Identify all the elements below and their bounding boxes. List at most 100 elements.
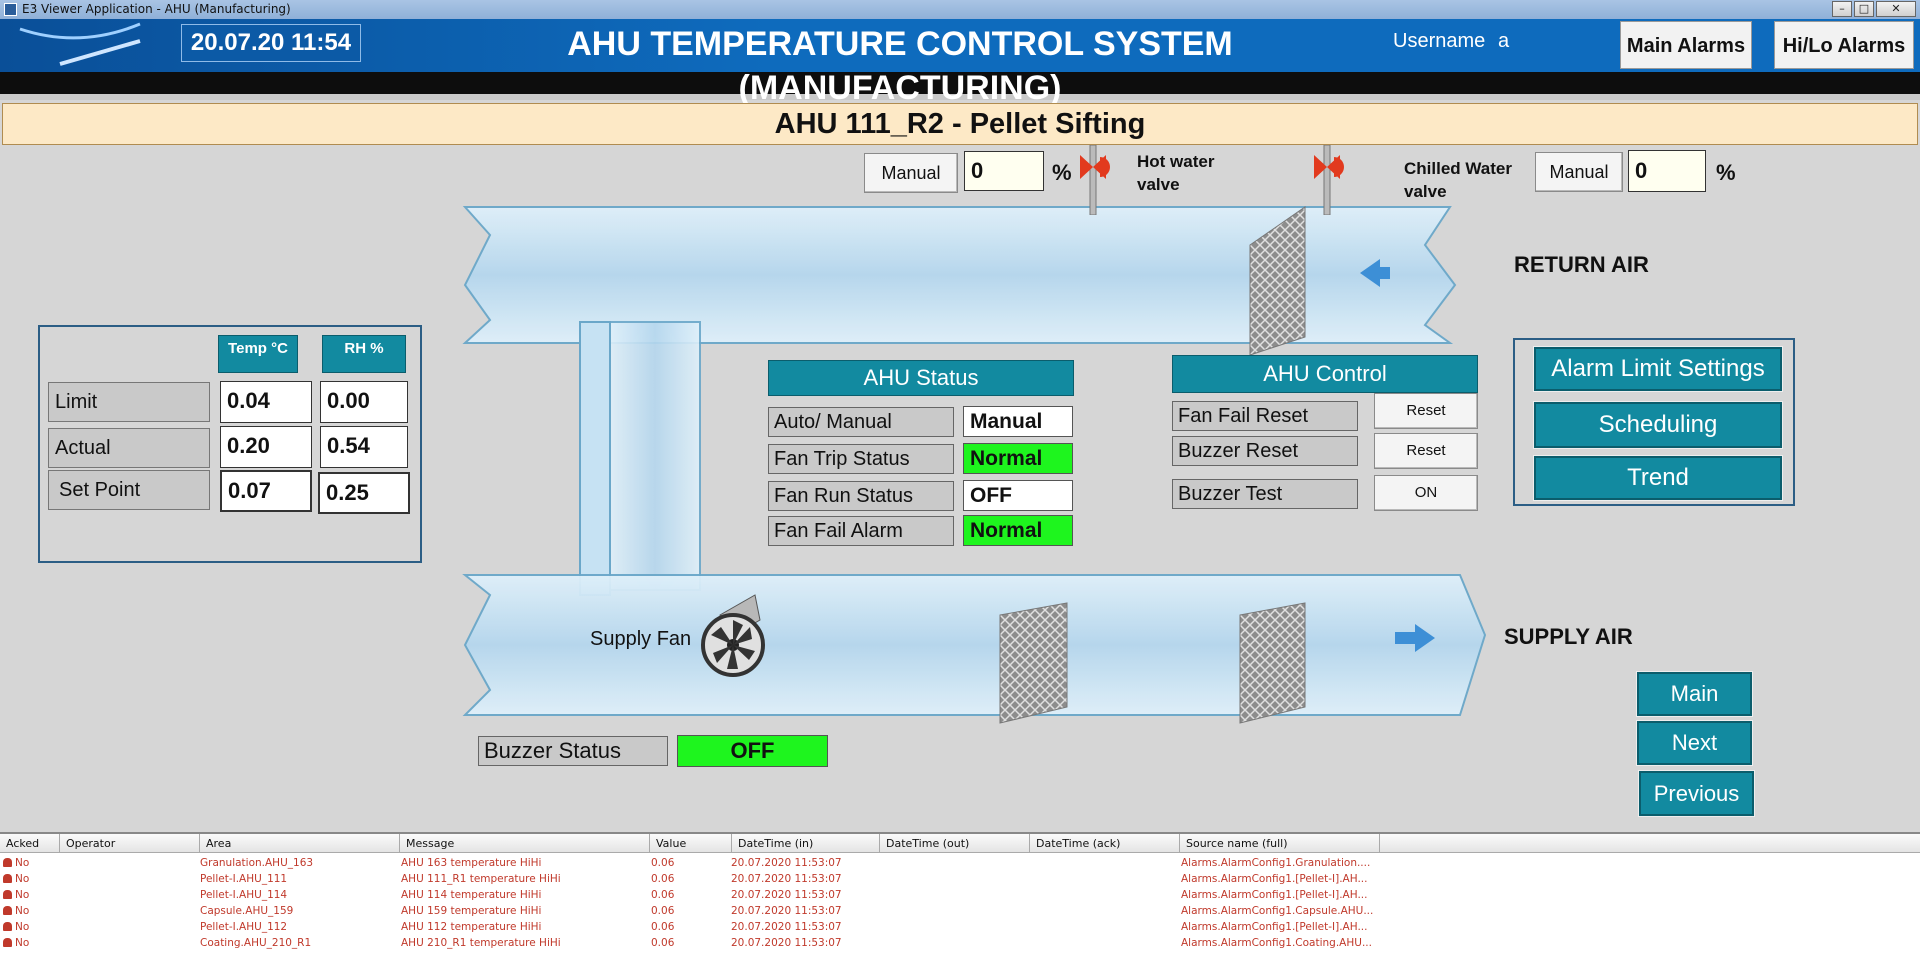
- col-datetime-ack[interactable]: DateTime (ack): [1030, 834, 1180, 853]
- main-alarms-button[interactable]: Main Alarms: [1620, 21, 1752, 69]
- alarm-datetime-in: 20.07.2020 11:53:07: [731, 905, 842, 917]
- scheduling-button[interactable]: Scheduling: [1533, 401, 1783, 449]
- alarm-bell-icon: [3, 874, 12, 883]
- alarm-acked: No: [15, 889, 30, 901]
- datetime-display: 20.07.20 11:54: [181, 24, 361, 62]
- alarm-value: 0.06: [651, 873, 675, 885]
- fan-fail-alarm-value: Normal: [963, 515, 1073, 546]
- next-nav-button[interactable]: Next: [1636, 720, 1753, 766]
- setpoint-rh-field[interactable]: 0.25: [318, 472, 410, 514]
- close-button[interactable]: ✕: [1876, 1, 1916, 17]
- alarm-acked: No: [15, 905, 30, 917]
- alarm-acked: No: [15, 937, 30, 949]
- chilled-water-valve-icon[interactable]: [1312, 145, 1352, 215]
- col-datetime-out[interactable]: DateTime (out): [880, 834, 1030, 853]
- alarm-grid: Acked Operator Area Message Value DateTi…: [0, 832, 1920, 956]
- username-label: Username: [1393, 30, 1486, 52]
- alarm-source: Alarms.AlarmConfig1.Granulation....: [1181, 857, 1371, 869]
- rh-column-header: RH %: [322, 335, 406, 373]
- fan-trip-status-label: Fan Trip Status: [768, 444, 954, 474]
- limit-temp-value: 0.04: [220, 381, 312, 423]
- hot-water-mode-button[interactable]: Manual: [864, 153, 958, 193]
- auto-manual-label: Auto/ Manual: [768, 407, 954, 437]
- fan-run-status-value: OFF: [963, 480, 1073, 511]
- supply-air-label: SUPPLY AIR: [1504, 624, 1633, 649]
- hot-water-valve-label: Hot water valve: [1137, 152, 1215, 194]
- alarm-datetime-in: 20.07.2020 11:53:07: [731, 857, 842, 869]
- fan-fail-reset-button[interactable]: Reset: [1374, 393, 1478, 429]
- window-title: E3 Viewer Application - AHU (Manufacturi…: [22, 2, 291, 16]
- buzzer-reset-label: Buzzer Reset: [1172, 436, 1358, 466]
- buzzer-test-button[interactable]: ON: [1374, 475, 1478, 511]
- alarm-area: Pellet-I.AHU_114: [200, 889, 288, 901]
- col-acked[interactable]: Acked: [0, 834, 60, 853]
- alarm-limit-settings-button[interactable]: Alarm Limit Settings: [1533, 346, 1783, 392]
- fan-fail-alarm-label: Fan Fail Alarm: [768, 516, 954, 546]
- hot-water-valve-icon[interactable]: [1078, 145, 1118, 215]
- chilled-water-value-field[interactable]: 0: [1628, 150, 1706, 192]
- alarm-acked: No: [15, 873, 30, 885]
- header-swoosh-logo: [19, 22, 141, 66]
- hilo-alarms-button[interactable]: Hi/Lo Alarms: [1774, 21, 1914, 69]
- actual-row-label: Actual: [48, 428, 210, 468]
- window-titlebar: E3 Viewer Application - AHU (Manufacturi…: [0, 0, 1920, 19]
- alarm-source: Alarms.AlarmConfig1.[Pellet-I].AH...: [1181, 921, 1368, 933]
- hot-water-value-field[interactable]: 0: [964, 151, 1044, 191]
- actual-rh-value: 0.54: [320, 426, 408, 468]
- minimize-button[interactable]: –: [1832, 1, 1852, 17]
- chilled-water-mode-button[interactable]: Manual: [1535, 152, 1623, 192]
- setpoint-row-label: Set Point: [48, 470, 210, 510]
- col-message[interactable]: Message: [400, 834, 650, 853]
- setpoint-temp-field[interactable]: 0.07: [220, 470, 312, 512]
- fan-run-status-label: Fan Run Status: [768, 481, 954, 511]
- alarm-bell-icon: [3, 938, 12, 947]
- alarm-datetime-in: 20.07.2020 11:53:07: [731, 937, 842, 949]
- alarm-datetime-in: 20.07.2020 11:53:07: [731, 873, 842, 885]
- buzzer-test-label: Buzzer Test: [1172, 479, 1358, 509]
- alarm-row[interactable]: No Capsule.AHU_159 AHU 159 temperature H…: [0, 903, 1920, 919]
- alarm-bell-icon: [3, 906, 12, 915]
- page-title: AHU TEMPERATURE CONTROL SYSTEM (MANUFACT…: [567, 25, 1233, 107]
- alarm-bell-icon: [3, 858, 12, 867]
- alarm-value: 0.06: [651, 889, 675, 901]
- alarm-acked: No: [15, 921, 30, 933]
- alarm-source: Alarms.AlarmConfig1.Coating.AHU...: [1181, 937, 1372, 949]
- alarm-message: AHU 210_R1 temperature HiHi: [401, 937, 561, 949]
- alarm-row[interactable]: No Pellet-I.AHU_111 AHU 111_R1 temperatu…: [0, 871, 1920, 887]
- col-source-name[interactable]: Source name (full): [1180, 834, 1380, 853]
- actual-temp-value: 0.20: [220, 426, 312, 468]
- alarm-message: AHU 114 temperature HiHi: [401, 889, 542, 901]
- alarm-source: Alarms.AlarmConfig1.[Pellet-I].AH...: [1181, 889, 1368, 901]
- alarm-source: Alarms.AlarmConfig1.[Pellet-I].AH...: [1181, 873, 1368, 885]
- chilled-water-valve-label: Chilled Water valve: [1404, 159, 1512, 201]
- limit-row-label: Limit: [48, 382, 210, 422]
- return-air-label: RETURN AIR: [1514, 252, 1649, 277]
- alarm-row[interactable]: No Granulation.AHU_163 AHU 163 temperatu…: [0, 855, 1920, 871]
- col-area[interactable]: Area: [200, 834, 400, 853]
- col-datetime-in[interactable]: DateTime (in): [732, 834, 880, 853]
- col-operator[interactable]: Operator: [60, 834, 200, 853]
- alarm-message: AHU 159 temperature HiHi: [401, 905, 542, 917]
- alarm-source: Alarms.AlarmConfig1.Capsule.AHU...: [1181, 905, 1374, 917]
- temp-column-header: Temp °C: [218, 335, 298, 373]
- trend-button[interactable]: Trend: [1533, 455, 1783, 501]
- alarm-row[interactable]: No Pellet-I.AHU_114 AHU 114 temperature …: [0, 887, 1920, 903]
- alarm-area: Pellet-I.AHU_112: [200, 921, 288, 933]
- alarm-value: 0.06: [651, 921, 675, 933]
- ahu-status-title: AHU Status: [768, 360, 1074, 396]
- alarm-datetime-in: 20.07.2020 11:53:07: [731, 889, 842, 901]
- col-value[interactable]: Value: [650, 834, 732, 853]
- previous-nav-button[interactable]: Previous: [1638, 770, 1755, 817]
- alarm-message: AHU 111_R1 temperature HiHi: [401, 873, 561, 885]
- buzzer-status-label: Buzzer Status: [478, 736, 668, 766]
- alarm-acked: No: [15, 857, 30, 869]
- username-value: a: [1498, 30, 1510, 52]
- alarm-row[interactable]: No Coating.AHU_210_R1 AHU 210_R1 tempera…: [0, 935, 1920, 951]
- alarm-value: 0.06: [651, 937, 675, 949]
- buzzer-reset-button[interactable]: Reset: [1374, 433, 1478, 469]
- auto-manual-value: Manual: [963, 406, 1073, 437]
- alarm-row[interactable]: No Pellet-I.AHU_112 AHU 112 temperature …: [0, 919, 1920, 935]
- main-nav-button[interactable]: Main: [1636, 671, 1753, 717]
- alarm-bell-icon: [3, 890, 12, 899]
- maximize-button[interactable]: □: [1854, 1, 1874, 17]
